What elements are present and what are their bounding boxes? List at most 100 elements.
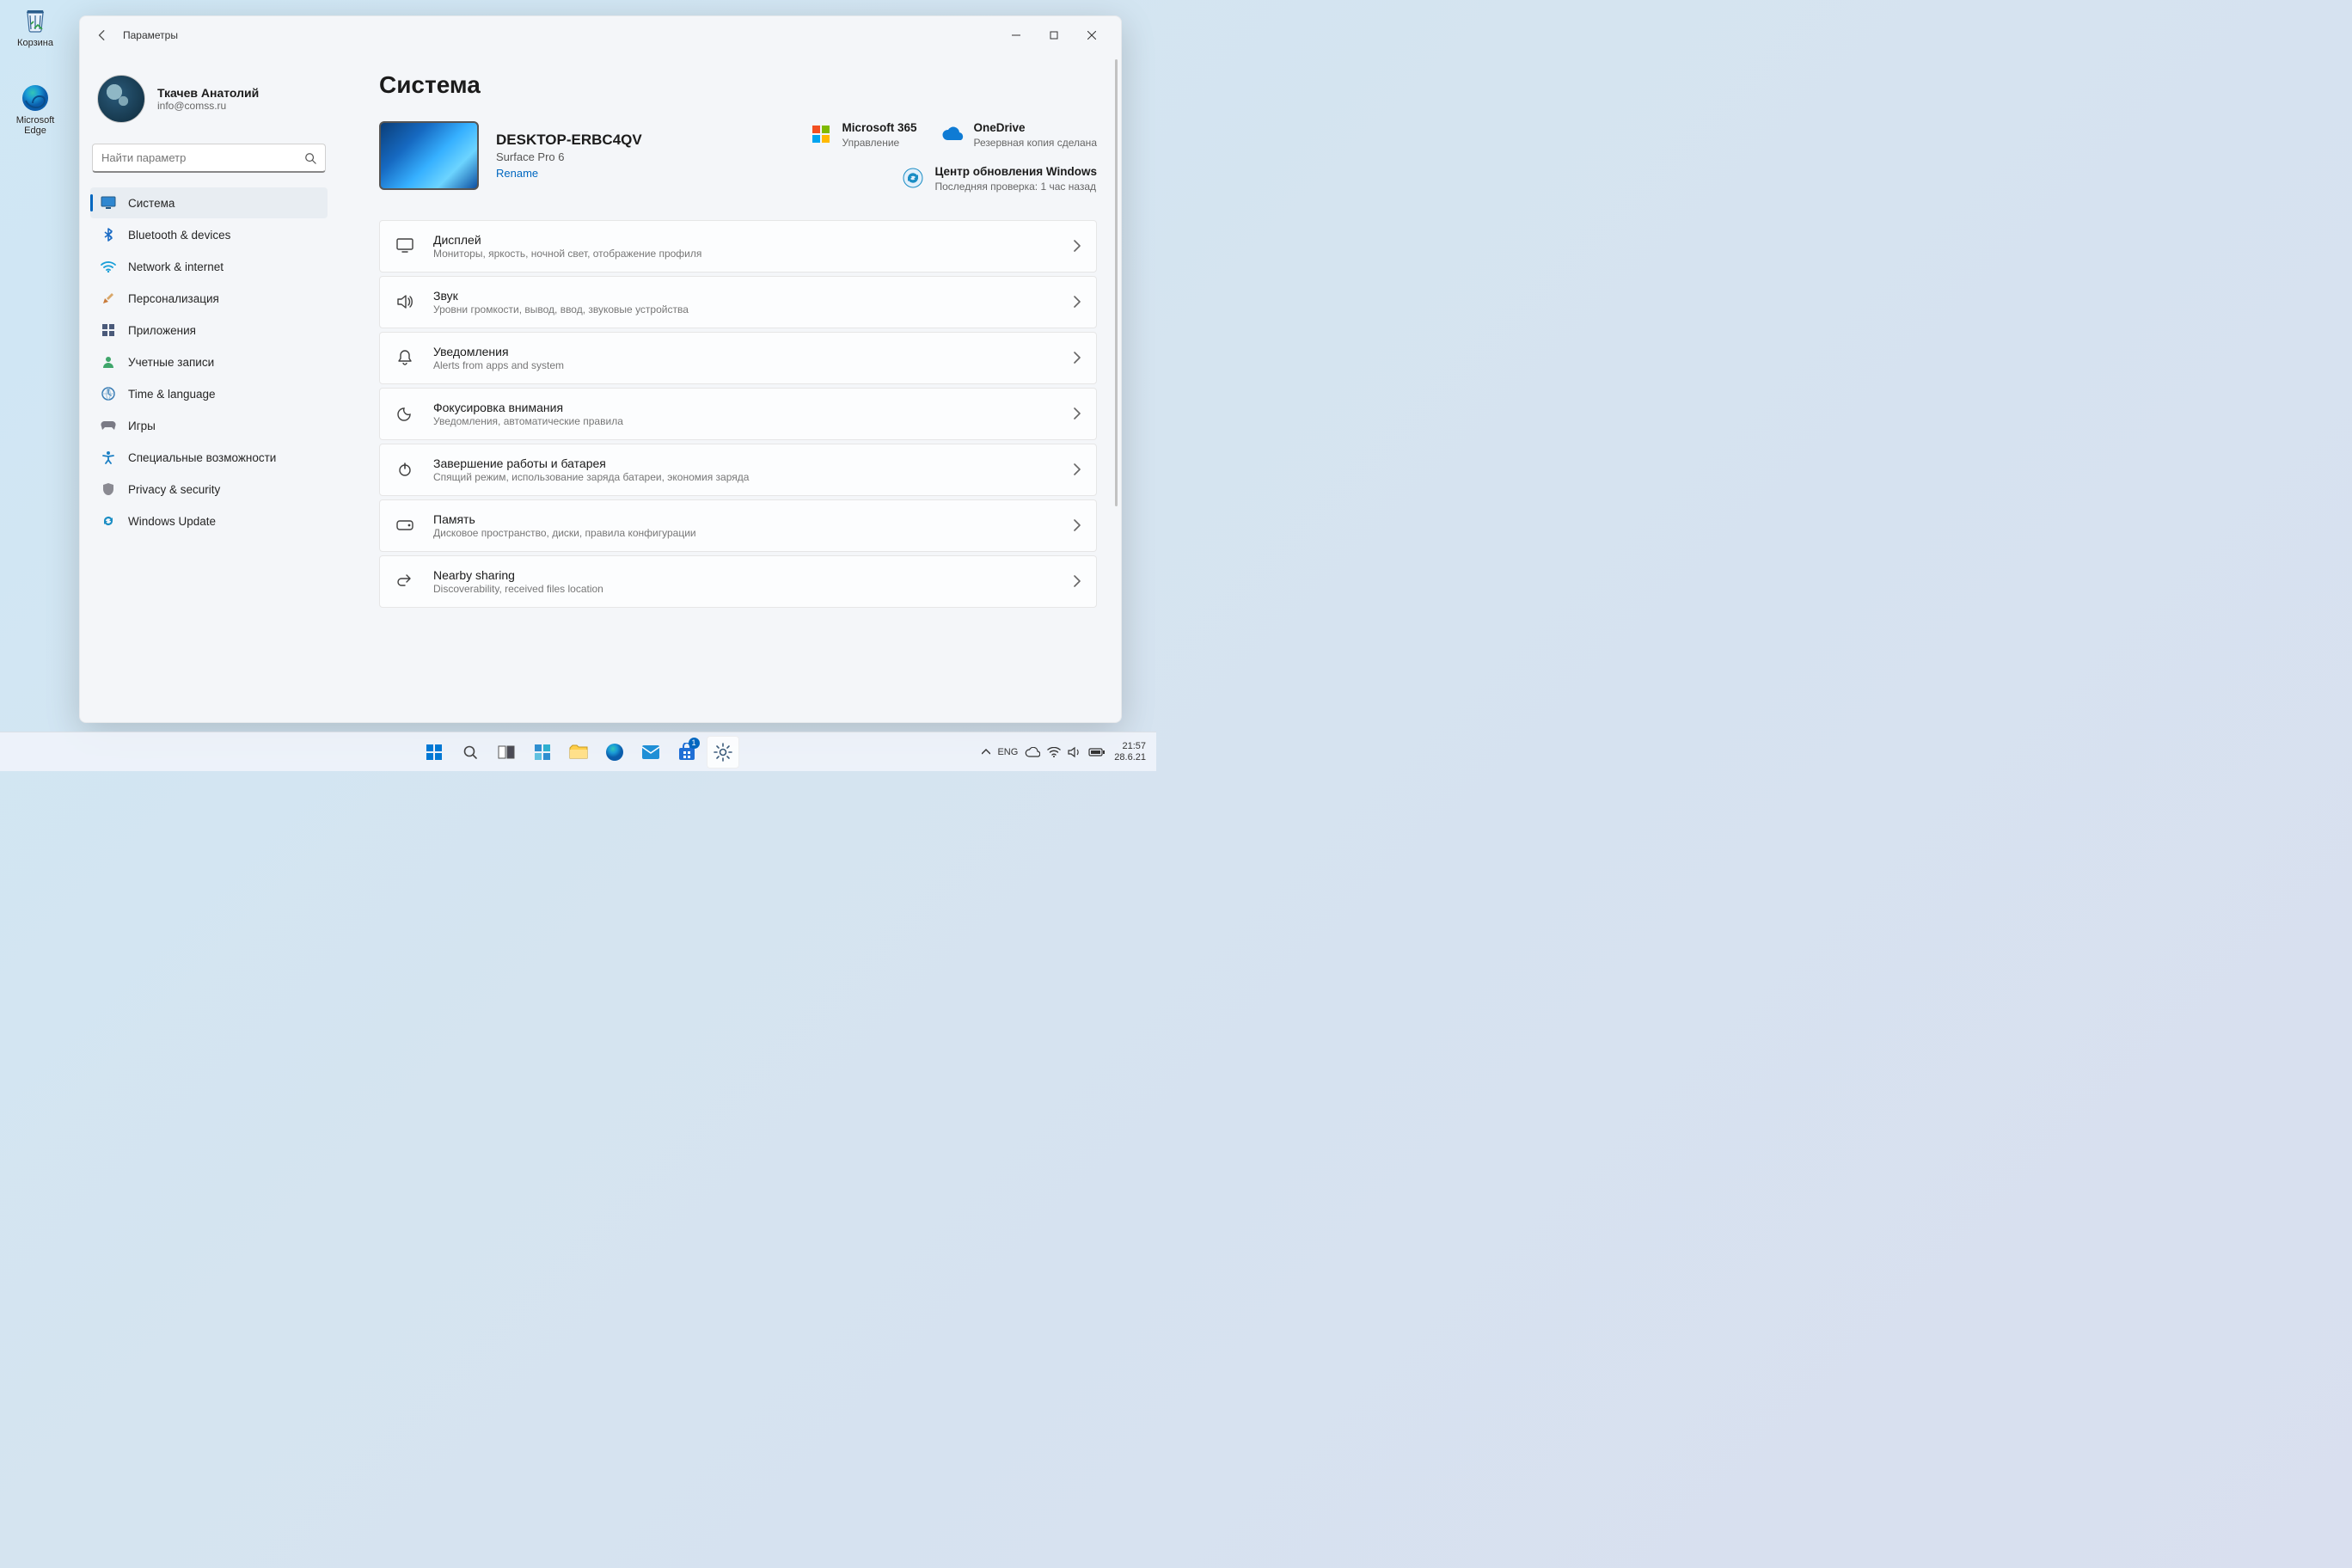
account-name: Ткачев Анатолий xyxy=(157,86,259,100)
window-title: Параметры xyxy=(123,29,178,41)
settings-card-nearby-sharing[interactable]: Nearby sharingDiscoverability, received … xyxy=(379,555,1097,608)
tray-battery-icon[interactable] xyxy=(1088,747,1106,757)
sidebar: Ткачев Анатолий info@comss.ru Система Bl… xyxy=(80,54,338,722)
status-title: OneDrive xyxy=(974,121,1097,136)
taskbar-app-edge[interactable] xyxy=(598,736,631,769)
tray-chevron-icon[interactable] xyxy=(982,749,990,756)
bluetooth-icon xyxy=(101,227,116,242)
taskbar-app-explorer[interactable] xyxy=(562,736,595,769)
tray-onedrive-icon[interactable] xyxy=(1025,747,1040,757)
language-indicator[interactable]: ENG xyxy=(997,747,1018,757)
content-area: Система DESKTOP-ERBC4QV Surface Pro 6 Re… xyxy=(338,54,1121,722)
settings-card-sound[interactable]: ЗвукУровни громкости, вывод, ввод, звуко… xyxy=(379,276,1097,328)
tray-wifi-icon[interactable] xyxy=(1047,747,1061,757)
search-input[interactable] xyxy=(101,151,304,164)
start-button[interactable] xyxy=(418,736,450,769)
titlebar[interactable]: Параметры xyxy=(80,16,1121,54)
maximize-button[interactable] xyxy=(1035,21,1073,49)
clock[interactable]: 21:57 28.6.21 xyxy=(1114,741,1146,763)
clock-date: 28.6.21 xyxy=(1114,752,1146,763)
card-title: Звук xyxy=(433,289,1055,303)
taskbar-app-mail[interactable] xyxy=(634,736,667,769)
chevron-right-icon xyxy=(1074,296,1081,308)
page-title: Система xyxy=(379,71,1097,99)
minimize-button[interactable] xyxy=(997,21,1035,49)
sidebar-item-label: Privacy & security xyxy=(128,483,220,496)
sidebar-item-windows-update[interactable]: Windows Update xyxy=(90,505,328,536)
desktop-icon-edge[interactable]: Microsoft Edge xyxy=(5,83,65,136)
gaming-icon xyxy=(101,418,116,433)
system-tray[interactable]: ENG xyxy=(982,746,1106,758)
chevron-right-icon xyxy=(1074,575,1081,587)
nav-list: Система Bluetooth & devices Network & in… xyxy=(83,183,334,541)
sidebar-item-accounts[interactable]: Учетные записи xyxy=(90,346,328,377)
status-card-onedrive[interactable]: OneDrive Резервная копия сделана xyxy=(941,121,1097,150)
sidebar-item-system[interactable]: Система xyxy=(90,187,328,218)
system-icon xyxy=(101,195,116,211)
status-card-ms365[interactable]: Microsoft 365 Управление xyxy=(810,121,917,150)
focus-assist-icon xyxy=(395,404,414,423)
chevron-right-icon xyxy=(1074,352,1081,364)
nearby-sharing-icon xyxy=(395,572,414,591)
taskbar-app-settings[interactable] xyxy=(707,736,739,769)
tray-volume-icon[interactable] xyxy=(1068,746,1081,758)
microsoft-365-icon xyxy=(810,123,832,145)
desktop-icon-recycle-bin[interactable]: Корзина xyxy=(5,5,65,48)
taskbar-right: ENG 21:57 28.6.21 xyxy=(982,741,1156,763)
settings-card-storage[interactable]: ПамятьДисковое пространство, диски, прав… xyxy=(379,499,1097,552)
card-title: Завершение работы и батарея xyxy=(433,456,1055,470)
card-sub: Дисковое пространство, диски, правила ко… xyxy=(433,527,1055,539)
sidebar-item-privacy[interactable]: Privacy & security xyxy=(90,474,328,505)
onedrive-icon xyxy=(941,123,964,145)
sidebar-item-time-language[interactable]: Time & language xyxy=(90,378,328,409)
scrollbar[interactable] xyxy=(1115,59,1118,506)
store-badge: 1 xyxy=(689,738,700,749)
sidebar-item-apps[interactable]: Приложения xyxy=(90,315,328,346)
settings-card-display[interactable]: ДисплейМониторы, яркость, ночной свет, о… xyxy=(379,220,1097,273)
sidebar-item-bluetooth[interactable]: Bluetooth & devices xyxy=(90,219,328,250)
account-email: info@comss.ru xyxy=(157,100,259,112)
device-info-block[interactable]: DESKTOP-ERBC4QV Surface Pro 6 Rename xyxy=(379,121,642,190)
widgets-button[interactable] xyxy=(526,736,559,769)
card-sub: Alerts from apps and system xyxy=(433,359,1055,371)
taskbar-search-button[interactable] xyxy=(454,736,487,769)
update-icon xyxy=(101,513,116,529)
card-title: Память xyxy=(433,512,1055,526)
personalization-icon xyxy=(101,291,116,306)
sidebar-item-accessibility[interactable]: Специальные возможности xyxy=(90,442,328,473)
taskbar-center: 1 xyxy=(418,736,739,769)
sidebar-item-label: Учетные записи xyxy=(128,356,214,369)
window-controls xyxy=(997,21,1111,49)
apps-icon xyxy=(101,322,116,338)
card-title: Уведомления xyxy=(433,345,1055,358)
search-box[interactable] xyxy=(92,144,326,173)
chevron-right-icon xyxy=(1074,240,1081,252)
settings-card-notifications[interactable]: УведомленияAlerts from apps and system xyxy=(379,332,1097,384)
status-sub: Последняя проверка: 1 час назад xyxy=(934,181,1097,194)
card-title: Дисплей xyxy=(433,233,1055,247)
settings-card-focus-assist[interactable]: Фокусировка вниманияУведомления, автомат… xyxy=(379,388,1097,440)
sidebar-item-label: Bluetooth & devices xyxy=(128,229,230,242)
sidebar-item-label: Персонализация xyxy=(128,292,219,305)
close-button[interactable] xyxy=(1073,21,1111,49)
back-button[interactable] xyxy=(90,23,114,47)
status-card-update[interactable]: Центр обновления Windows Последняя прове… xyxy=(902,165,1097,193)
account-block[interactable]: Ткачев Анатолий info@comss.ru xyxy=(83,61,334,138)
rename-link[interactable]: Rename xyxy=(496,167,642,180)
desktop-icon-label: Корзина xyxy=(5,38,65,48)
display-icon xyxy=(395,236,414,255)
sidebar-item-label: Система xyxy=(128,197,175,210)
sidebar-item-network[interactable]: Network & internet xyxy=(90,251,328,282)
status-title: Центр обновления Windows xyxy=(934,165,1097,180)
taskbar-app-store[interactable]: 1 xyxy=(671,736,703,769)
settings-card-power-battery[interactable]: Завершение работы и батареяСпящий режим,… xyxy=(379,444,1097,496)
sidebar-item-gaming[interactable]: Игры xyxy=(90,410,328,441)
status-sub: Управление xyxy=(842,137,917,150)
task-view-button[interactable] xyxy=(490,736,523,769)
sound-icon xyxy=(395,292,414,311)
accounts-icon xyxy=(101,354,116,370)
card-title: Фокусировка внимания xyxy=(433,401,1055,414)
sidebar-item-label: Приложения xyxy=(128,324,196,337)
chevron-right-icon xyxy=(1074,407,1081,420)
sidebar-item-personalization[interactable]: Персонализация xyxy=(90,283,328,314)
